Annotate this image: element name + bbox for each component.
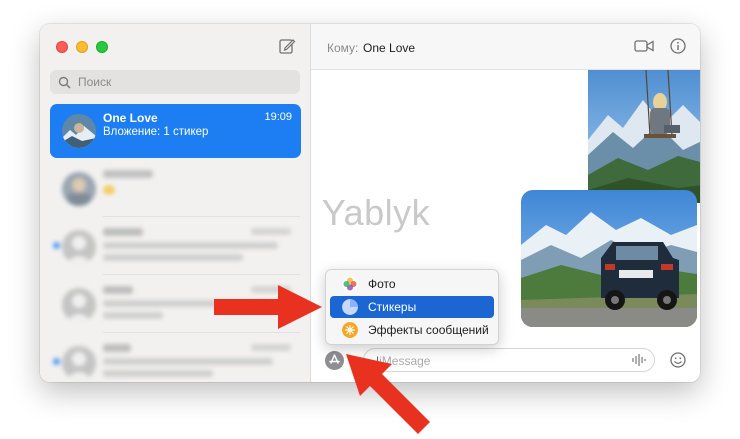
avatar bbox=[62, 114, 96, 148]
window-controls bbox=[56, 41, 108, 53]
annotation-arrow-up-left bbox=[346, 354, 430, 434]
stickers-icon bbox=[342, 299, 358, 315]
conversation-blurred[interactable] bbox=[50, 162, 301, 216]
avatar bbox=[62, 172, 96, 206]
menu-item-stickers[interactable]: Стикеры bbox=[330, 296, 494, 318]
compose-icon[interactable] bbox=[278, 37, 296, 55]
sent-photo-car[interactable] bbox=[521, 190, 697, 327]
menu-item-label: Стикеры bbox=[368, 300, 417, 314]
audio-message-icon[interactable] bbox=[632, 354, 646, 366]
apps-menu: Фото Стикеры Эффекты сообщений bbox=[325, 269, 499, 345]
search-field[interactable] bbox=[50, 70, 300, 94]
divider bbox=[103, 332, 300, 333]
sent-photo-swing[interactable] bbox=[588, 70, 700, 203]
zoom-button[interactable] bbox=[96, 41, 108, 53]
watermark: Yablyk bbox=[321, 192, 431, 233]
close-button[interactable] bbox=[56, 41, 68, 53]
menu-item-label: Фото bbox=[368, 277, 396, 291]
divider bbox=[103, 216, 300, 217]
menu-item-effects[interactable]: Эффекты сообщений bbox=[330, 319, 494, 341]
conversation-header: Кому: One Love bbox=[311, 24, 700, 70]
info-icon[interactable] bbox=[670, 38, 686, 54]
emoji-icon[interactable] bbox=[670, 352, 686, 368]
unread-dot bbox=[53, 358, 60, 365]
avatar bbox=[62, 288, 96, 322]
avatar bbox=[62, 346, 96, 380]
conversation-blurred[interactable] bbox=[50, 220, 301, 274]
search-icon bbox=[58, 76, 71, 89]
to-label: Кому: bbox=[327, 41, 359, 55]
annotation-arrow-right bbox=[214, 285, 322, 329]
conversation-one-love[interactable]: One Love 19:09 Вложение: 1 стикер bbox=[50, 104, 301, 158]
recipient-name[interactable]: One Love bbox=[363, 41, 415, 55]
search-input[interactable] bbox=[76, 74, 280, 90]
video-call-icon[interactable] bbox=[634, 39, 654, 53]
menu-item-photos[interactable]: Фото bbox=[330, 273, 494, 295]
photos-icon bbox=[342, 276, 358, 292]
menu-item-label: Эффекты сообщений bbox=[368, 323, 489, 337]
conversation-preview: Вложение: 1 стикер bbox=[103, 126, 209, 138]
message-effects-icon bbox=[342, 322, 358, 338]
conversation-blurred[interactable] bbox=[50, 336, 301, 382]
minimize-button[interactable] bbox=[76, 41, 88, 53]
conversation-name: One Love bbox=[103, 111, 158, 125]
avatar bbox=[62, 230, 96, 264]
unread-dot bbox=[53, 242, 60, 249]
conversation-time: 19:09 bbox=[264, 111, 292, 123]
divider bbox=[103, 274, 300, 275]
